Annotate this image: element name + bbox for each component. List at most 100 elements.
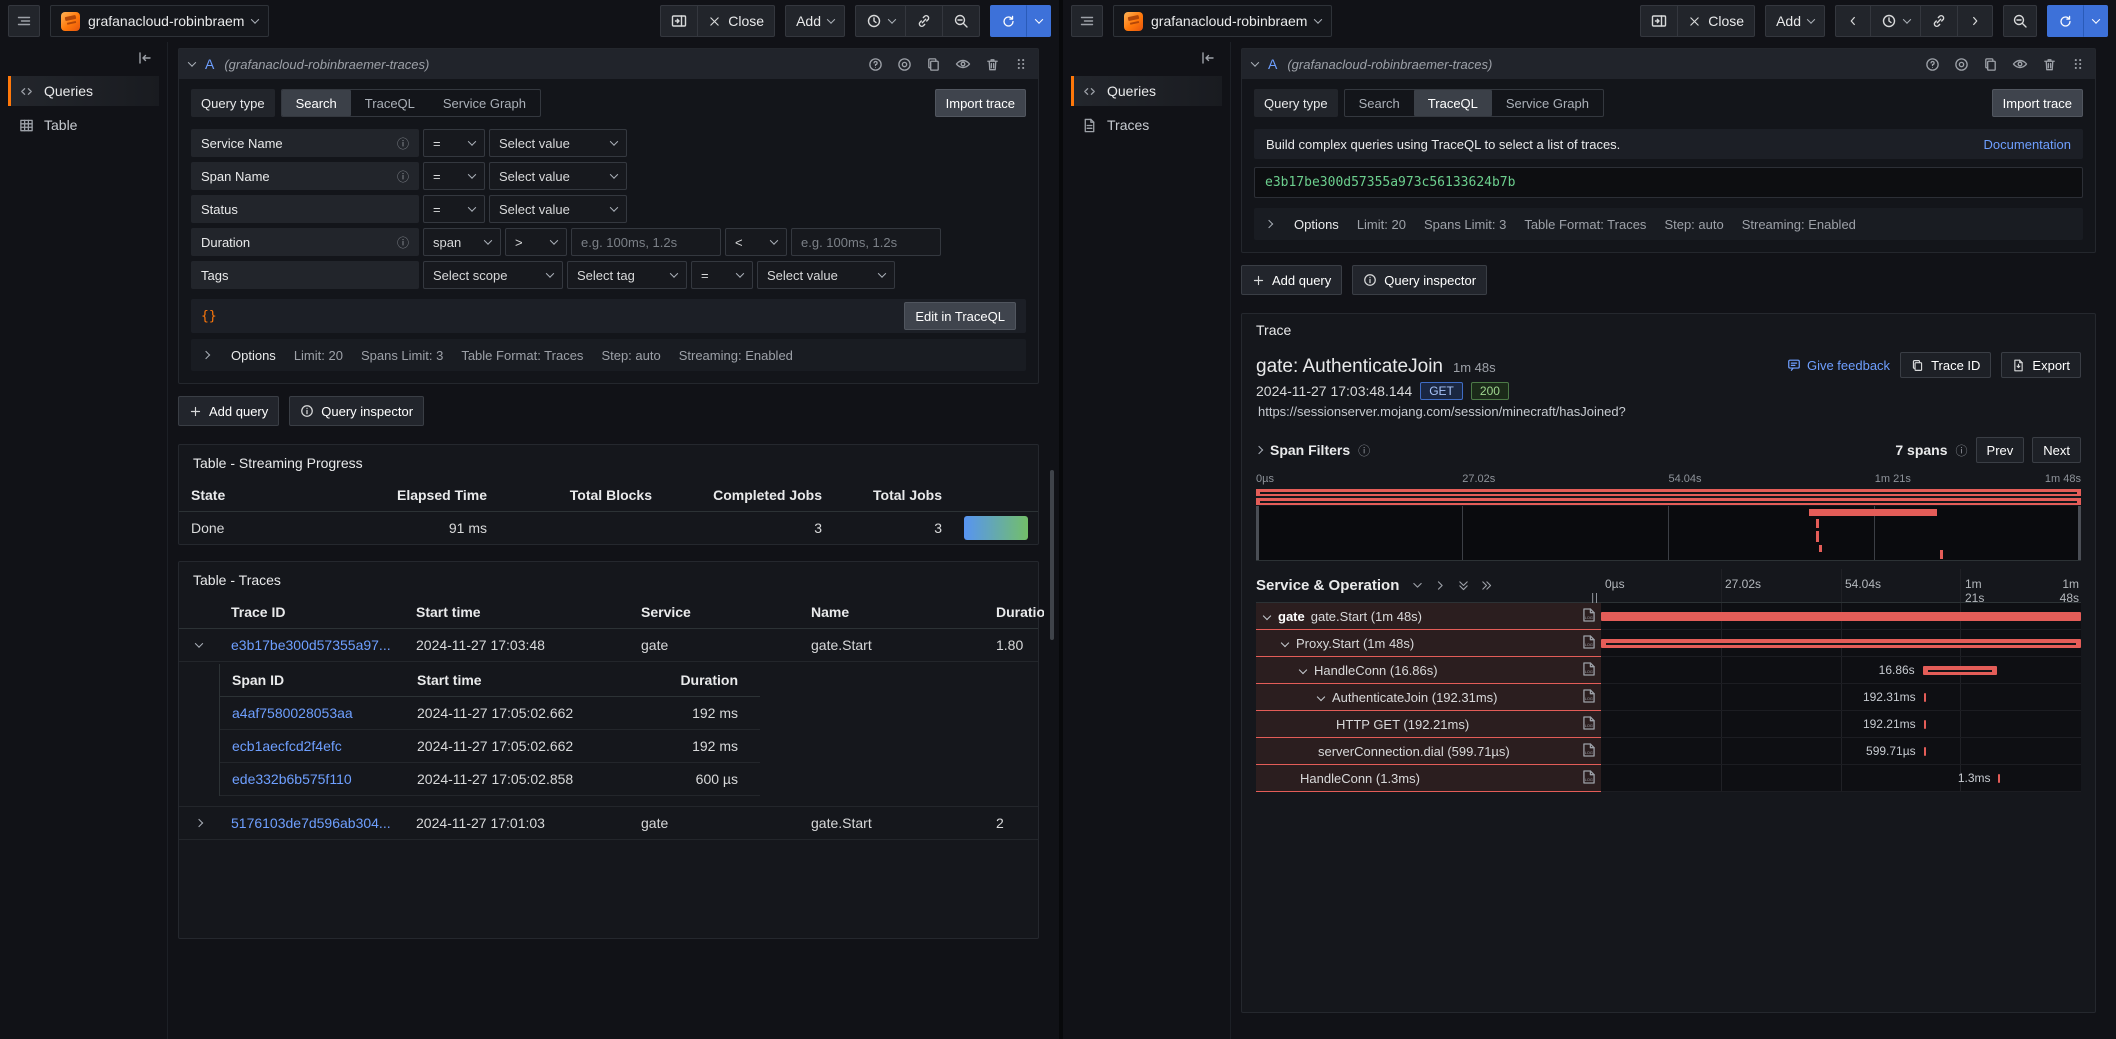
duplicate-icon[interactable] — [926, 57, 941, 72]
span-timeline[interactable]: 1.3ms — [1601, 765, 2081, 792]
datasource-picker[interactable]: grafanacloud-robinbraem — [1113, 5, 1332, 37]
next-span-button[interactable]: Next — [2032, 437, 2081, 463]
span-bar[interactable] — [1601, 639, 2081, 648]
minimap-viewport[interactable] — [1256, 506, 2081, 560]
span-tree-row[interactable]: HandleConn (16.86s) LOG 16.86s — [1256, 657, 2081, 684]
status-value-select[interactable]: Select value — [489, 195, 627, 223]
sidebar-item-table[interactable]: Table — [8, 110, 159, 140]
collapse-one-icon[interactable] — [1411, 579, 1424, 592]
span-bar[interactable] — [1924, 693, 1926, 702]
time-shift-forward-button[interactable] — [1957, 5, 1993, 37]
query-type-service-graph[interactable]: Service Graph — [1492, 90, 1603, 116]
service-name-operator-select[interactable]: = — [423, 129, 485, 157]
query-options-row[interactable]: Options Limit: 20 Spans Limit: 3 Table F… — [191, 339, 1026, 371]
chevron-right-icon[interactable] — [1255, 446, 1263, 454]
span-id-link[interactable]: a4af7580028053aa — [220, 697, 405, 729]
time-shift-back-button[interactable] — [1835, 5, 1870, 37]
query-options-row[interactable]: Options Limit: 20 Spans Limit: 3 Table F… — [1254, 208, 2083, 240]
span-timeline[interactable]: 192.21ms — [1601, 711, 2081, 738]
span-logs-icon[interactable]: LOG — [1583, 689, 1595, 706]
import-trace-button[interactable]: Import trace — [1992, 89, 2083, 117]
run-query-interval-button[interactable] — [2084, 5, 2108, 37]
query-type-search[interactable]: Search — [1345, 90, 1414, 116]
span-timeline[interactable] — [1601, 603, 2081, 630]
trace-id-link[interactable]: e3b17be300d57355a97... — [219, 629, 404, 661]
query-row-header[interactable]: A (grafanacloud-robinbraemer-traces) — [1242, 49, 2095, 79]
duration-max-input[interactable] — [801, 235, 931, 250]
import-trace-button[interactable]: Import trace — [935, 89, 1026, 117]
zoom-out-button[interactable] — [2003, 5, 2037, 37]
mega-menu-toggle-button[interactable] — [8, 5, 40, 37]
query-inspector-button[interactable]: Query inspector — [289, 396, 424, 426]
collapse-sidebar-icon[interactable] — [137, 50, 153, 66]
span-bar[interactable] — [1998, 774, 2000, 783]
duplicate-icon[interactable] — [1983, 57, 1998, 72]
sidebar-item-queries[interactable]: Queries — [8, 76, 159, 106]
help-icon[interactable] — [868, 57, 883, 72]
close-pane-button[interactable]: Close — [1677, 5, 1755, 37]
sidebar-item-queries[interactable]: Queries — [1071, 76, 1222, 106]
hide-response-icon[interactable] — [2012, 56, 2028, 72]
sidebar-item-traces[interactable]: Traces — [1071, 110, 1222, 140]
prev-span-button[interactable]: Prev — [1976, 437, 2025, 463]
duration-lt-operator-select[interactable]: < — [725, 228, 787, 256]
expand-all-icon[interactable] — [1480, 579, 1493, 592]
span-logs-icon[interactable]: LOG — [1583, 608, 1595, 625]
tags-tag-select[interactable]: Select tag — [567, 261, 687, 289]
span-logs-icon[interactable]: LOG — [1583, 743, 1595, 760]
add-button[interactable]: Add — [785, 5, 845, 37]
time-picker-button[interactable] — [1870, 5, 1920, 37]
trace-id-link[interactable]: 5176103de7d596ab304... — [219, 807, 404, 839]
mega-menu-toggle-button[interactable] — [1071, 5, 1103, 37]
trace-id-button[interactable]: Trace ID — [1900, 352, 1991, 378]
delete-query-icon[interactable] — [985, 57, 1000, 72]
chevron-down-icon[interactable] — [1281, 639, 1289, 647]
delete-query-icon[interactable] — [2042, 57, 2057, 72]
duration-scope-select[interactable]: span — [423, 228, 501, 256]
zoom-out-button[interactable] — [942, 5, 980, 37]
help-icon[interactable] — [1925, 57, 1940, 72]
query-row-header[interactable]: A (grafanacloud-robinbraemer-traces) — [179, 49, 1038, 79]
span-timeline[interactable]: 599.71µs — [1601, 738, 2081, 765]
service-name-value-select[interactable]: Select value — [489, 129, 627, 157]
collapse-all-icon[interactable] — [1457, 579, 1470, 592]
span-tree-row[interactable]: gate gate.Start (1m 48s) LOG — [1256, 603, 2081, 630]
span-tree-row[interactable]: AuthenticateJoin (192.31ms) LOG 192.31ms — [1256, 684, 2081, 711]
split-view-button[interactable] — [660, 5, 697, 37]
duration-gt-operator-select[interactable]: > — [505, 228, 567, 256]
documentation-link[interactable]: Documentation — [1984, 137, 2071, 152]
span-bar[interactable] — [1924, 747, 1926, 756]
span-logs-icon[interactable]: LOG — [1583, 635, 1595, 652]
span-logs-icon[interactable]: LOG — [1583, 770, 1595, 787]
span-tree-row[interactable]: serverConnection.dial (599.71µs) LOG 599… — [1256, 738, 2081, 765]
status-operator-select[interactable]: = — [423, 195, 485, 223]
span-tree-row[interactable]: HandleConn (1.3ms) LOG 1.3ms — [1256, 765, 2081, 792]
span-name-value-select[interactable]: Select value — [489, 162, 627, 190]
run-query-button[interactable] — [2047, 5, 2084, 37]
time-picker-button[interactable] — [855, 5, 905, 37]
drag-handle-icon[interactable] — [1014, 57, 1028, 71]
tags-scope-select[interactable]: Select scope — [423, 261, 563, 289]
span-bar[interactable] — [1924, 720, 1926, 729]
close-pane-button[interactable]: Close — [697, 5, 775, 37]
span-logs-icon[interactable]: LOG — [1583, 716, 1595, 733]
query-type-traceql[interactable]: TraceQL — [1414, 90, 1492, 116]
give-feedback-link[interactable]: Give feedback — [1787, 358, 1890, 373]
query-type-service-graph[interactable]: Service Graph — [429, 90, 540, 116]
tags-value-select[interactable]: Select value — [757, 261, 895, 289]
datasource-picker[interactable]: grafanacloud-robinbraem — [50, 5, 269, 37]
span-tree-row[interactable]: Proxy.Start (1m 48s) LOG — [1256, 630, 2081, 657]
record-icon[interactable] — [1954, 57, 1969, 72]
expand-row-icon[interactable] — [195, 819, 203, 827]
query-type-search[interactable]: Search — [282, 90, 351, 116]
add-query-button[interactable]: Add query — [178, 396, 279, 426]
span-logs-icon[interactable]: LOG — [1583, 662, 1595, 679]
tags-operator-select[interactable]: = — [691, 261, 753, 289]
span-id-link[interactable]: ecb1aecfcd2f4efc — [220, 730, 405, 762]
expand-one-icon[interactable] — [1434, 579, 1447, 592]
scrollbar-thumb[interactable] — [1050, 470, 1054, 640]
span-timeline[interactable] — [1601, 630, 2081, 657]
span-bar[interactable] — [1923, 666, 1997, 675]
span-name-operator-select[interactable]: = — [423, 162, 485, 190]
trace-timeline-minimap[interactable]: 0µs 27.02s 54.04s 1m 21s 1m 48s — [1256, 473, 2081, 561]
